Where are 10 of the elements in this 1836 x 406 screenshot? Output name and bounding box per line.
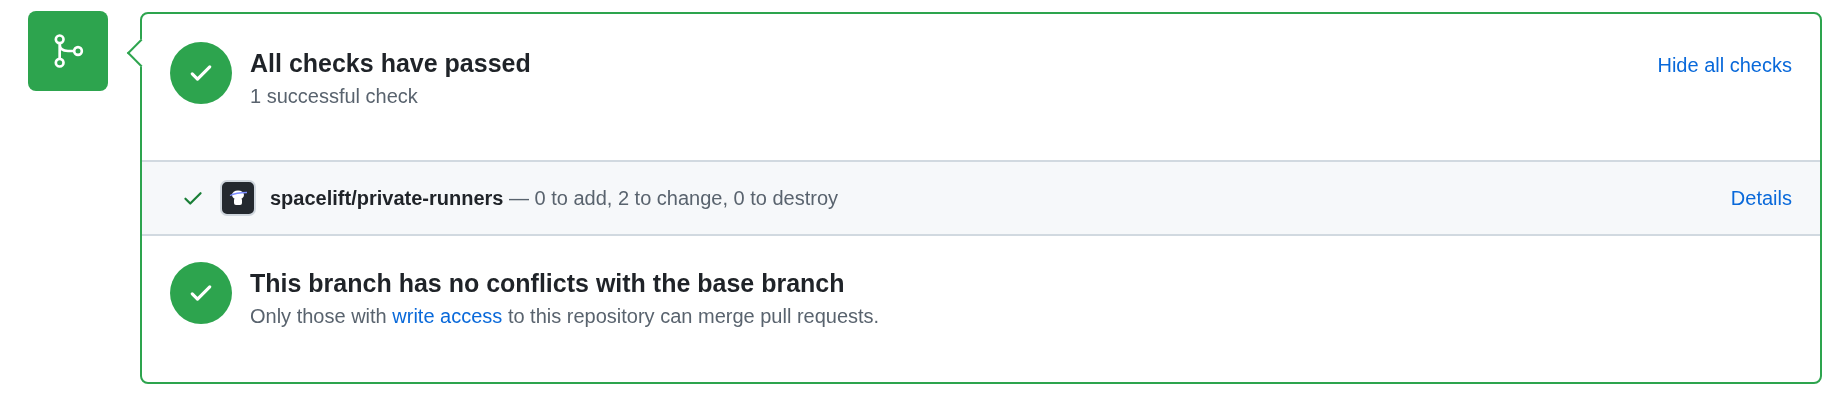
checks-title: All checks have passed	[250, 48, 531, 79]
merge-status-title: This branch has no conflicts with the base branch	[250, 268, 846, 299]
spacelift-avatar-icon	[220, 180, 256, 216]
merge-status-text: Only those with write access to this repository can merge pull requests.	[250, 304, 880, 329]
hide-checks-link[interactable]: Hide all checks	[1657, 50, 1792, 80]
checks-subtitle: 1 successful check	[250, 84, 419, 109]
merge-icon	[28, 11, 108, 91]
check-summary: spacelift/private-runners — 0 to add, 2 to change, 0 to destroy	[270, 186, 839, 211]
details-link[interactable]: Details	[1730, 183, 1792, 213]
write-access-link[interactable]: write access	[392, 305, 503, 327]
